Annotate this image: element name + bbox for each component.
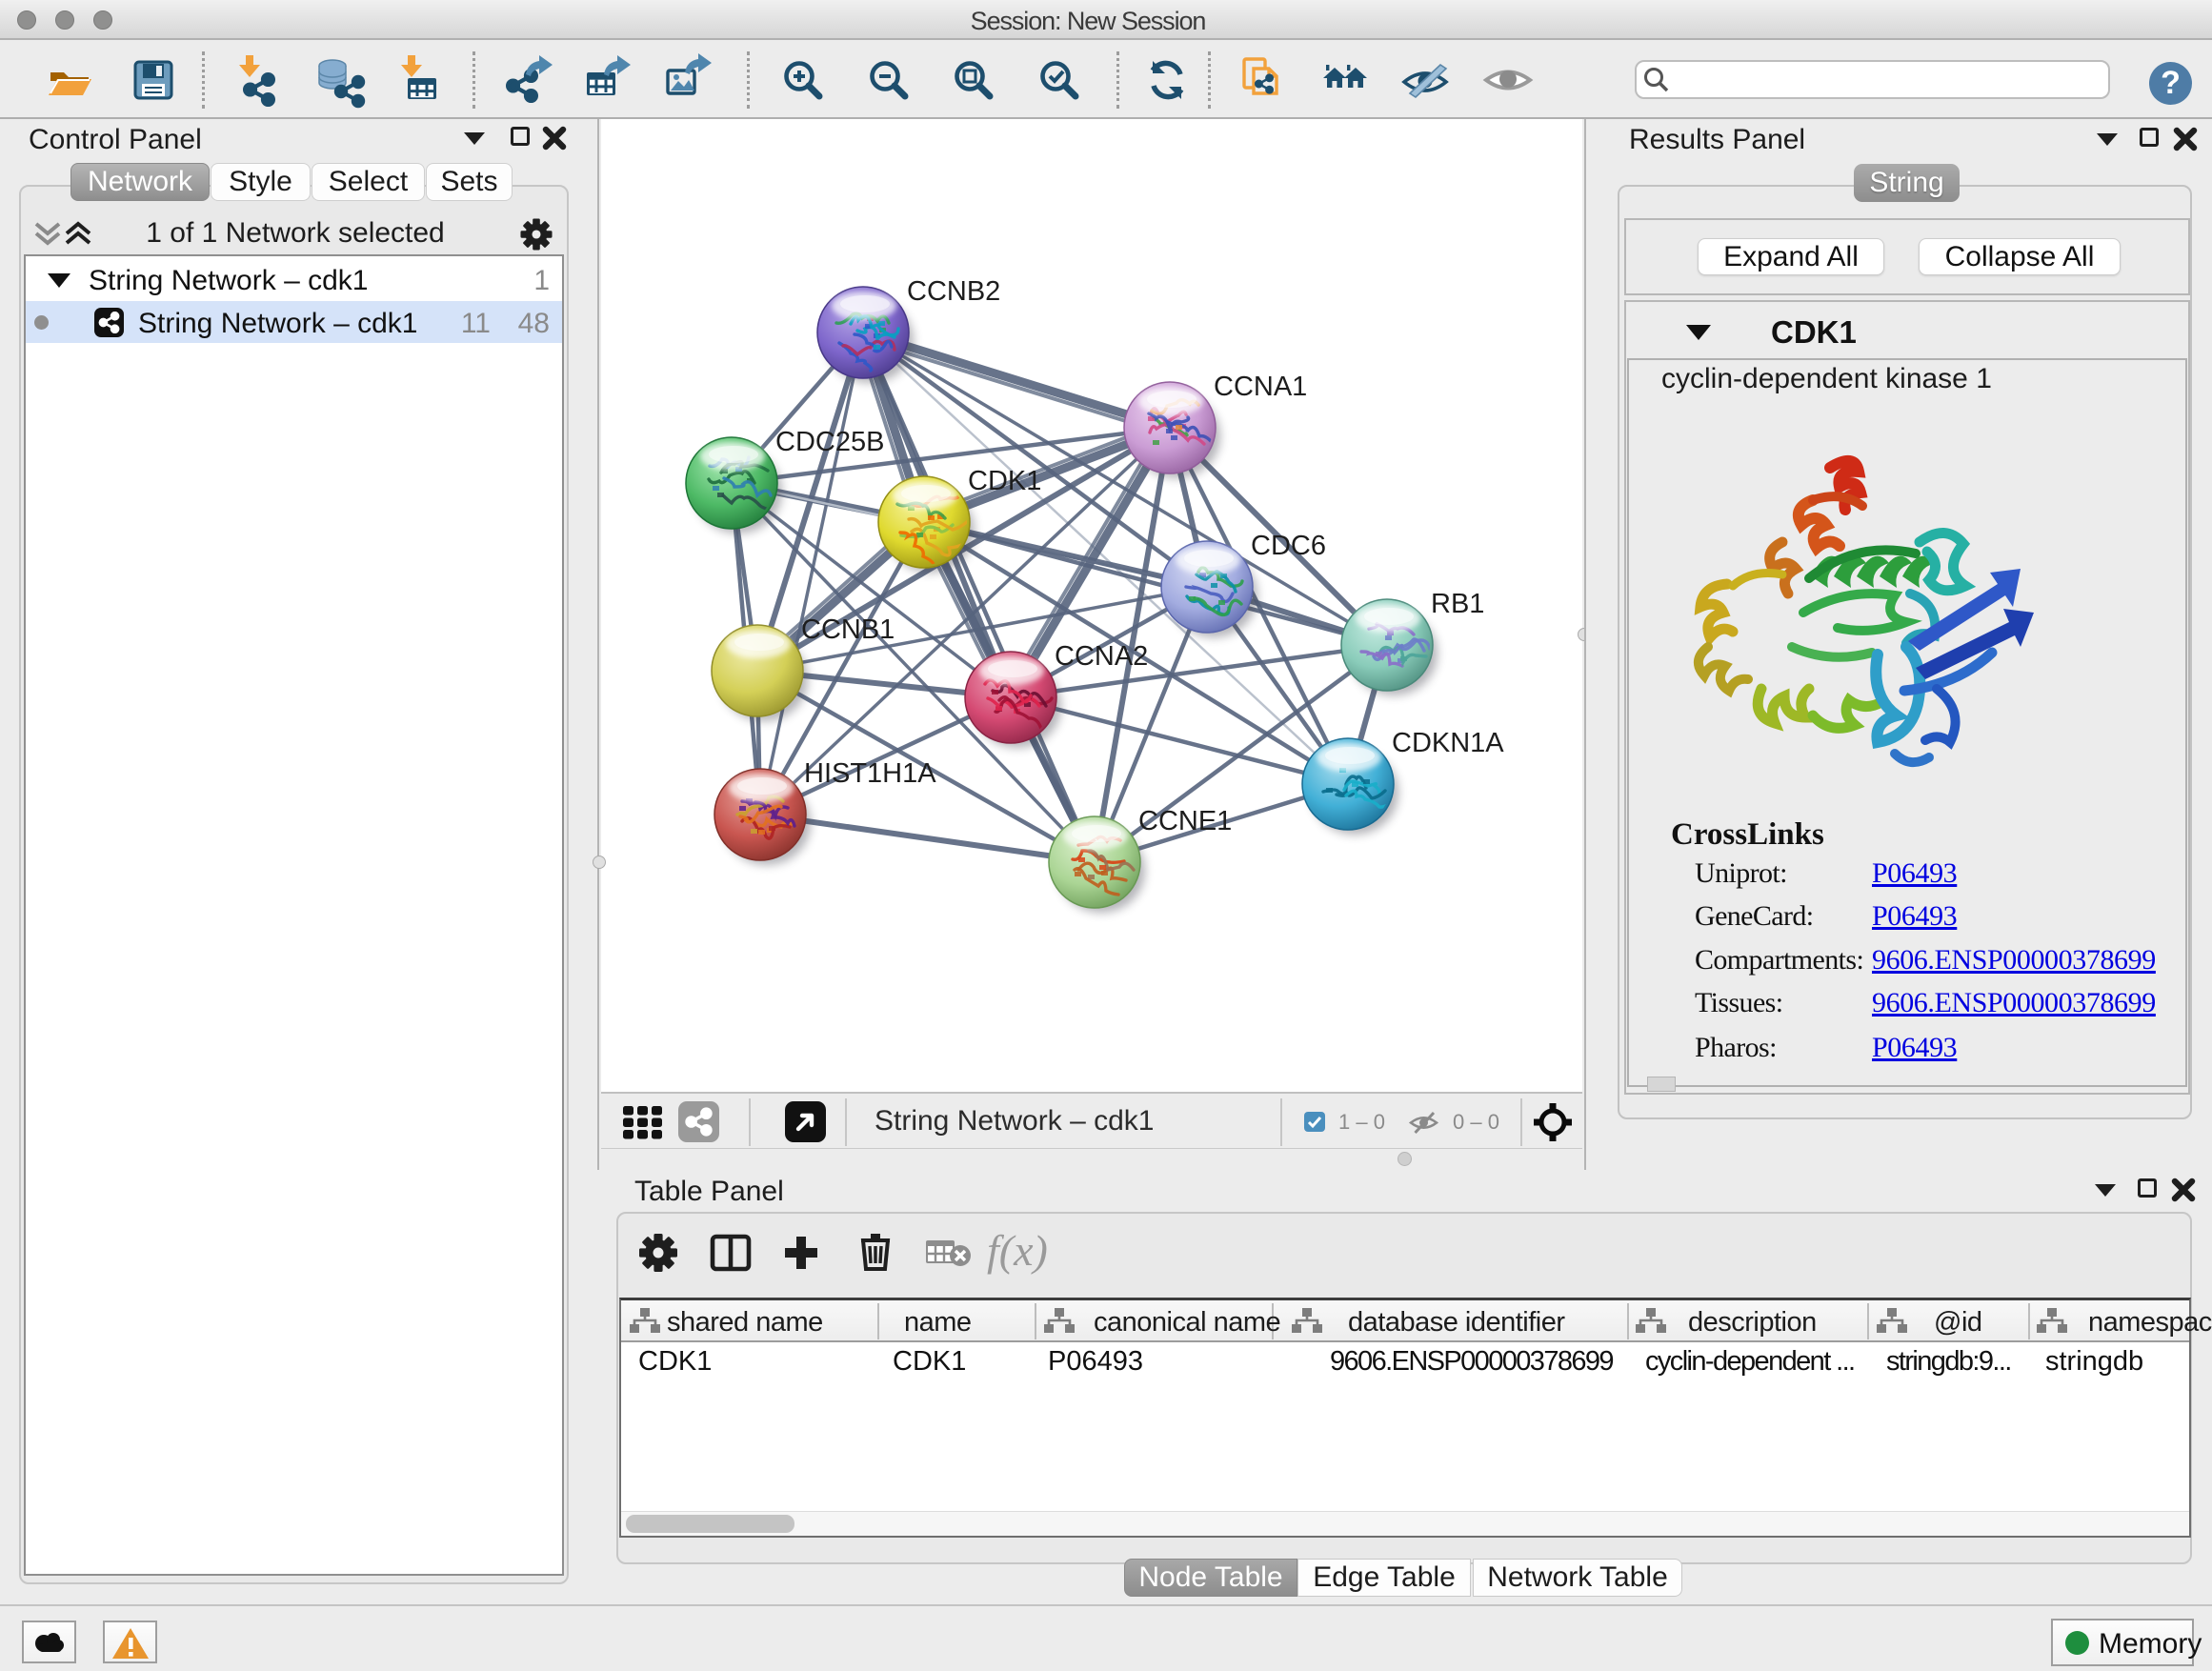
svg-text:CDC6: CDC6: [1251, 531, 1326, 561]
svg-text:CCNB1: CCNB1: [801, 614, 895, 645]
svg-text:HIST1H1A: HIST1H1A: [804, 758, 936, 789]
svg-text:CCNE1: CCNE1: [1138, 806, 1232, 836]
svg-text:CCNA1: CCNA1: [1214, 372, 1307, 402]
svg-text:CDK1: CDK1: [968, 466, 1041, 496]
svg-text:CCNB2: CCNB2: [907, 276, 1000, 307]
svg-text:CDKN1A: CDKN1A: [1392, 728, 1504, 758]
svg-text:CCNA2: CCNA2: [1055, 641, 1148, 672]
svg-text:RB1: RB1: [1431, 589, 1484, 619]
svg-text:CDC25B: CDC25B: [775, 427, 884, 457]
